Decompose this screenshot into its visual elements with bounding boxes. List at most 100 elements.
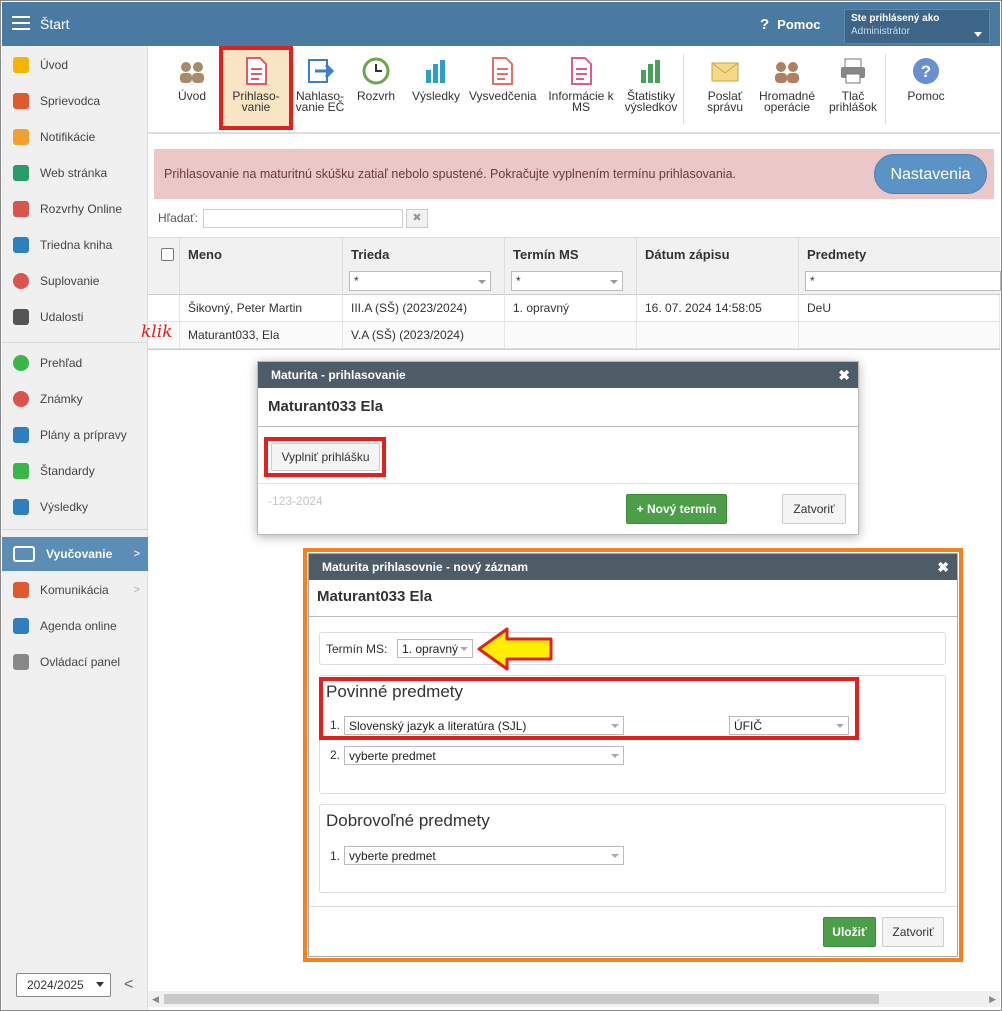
scroll-right-icon[interactable]: ▶ xyxy=(989,994,996,1005)
table-cell xyxy=(799,322,1000,349)
toolbar-item[interactable]: Hromadné operácie xyxy=(754,54,820,113)
student-name: Maturant033 Ela xyxy=(317,588,433,605)
column-datum[interactable]: Dátum zápisu xyxy=(637,238,799,296)
dialog-divider xyxy=(258,426,858,427)
toolbar-item[interactable]: ? Pomoc xyxy=(893,54,959,102)
dialog-header: Maturita - prihlasovanie ✖ xyxy=(258,362,858,388)
toolbar-item-label: Štatistiky výsledkov xyxy=(624,89,678,114)
column-termin[interactable]: Termín MS * xyxy=(505,238,637,296)
filter-value: * xyxy=(516,274,521,288)
gear-icon xyxy=(13,654,29,670)
toolbar-item[interactable]: Rozvrh xyxy=(343,54,409,102)
term-select[interactable]: 1. opravný xyxy=(397,639,473,658)
toolbar-divider xyxy=(683,54,684,124)
toolbar-item[interactable]: Štatistiky výsledkov xyxy=(618,54,684,113)
column-trieda[interactable]: Trieda * xyxy=(343,238,505,296)
column-title: Meno xyxy=(188,247,222,262)
sidebar-item[interactable]: Web stránka xyxy=(2,156,148,190)
horizontal-scrollbar[interactable]: ◀ ▶ xyxy=(148,991,1000,1007)
sidebar-item-label: Známky xyxy=(40,392,83,406)
sidebar-item[interactable]: Notifikácie xyxy=(2,120,148,154)
new-term-button[interactable]: + Nový termín xyxy=(626,494,727,524)
sidebar-item-label: Ovládací panel xyxy=(40,655,121,669)
column-title: Predmety xyxy=(807,247,867,262)
column-meno[interactable]: Meno xyxy=(180,238,343,296)
sidebar-item[interactable]: Úvod xyxy=(2,48,148,82)
filter-termin[interactable]: * xyxy=(511,271,623,291)
sidebar-item-label: Agenda online xyxy=(40,619,117,633)
close-icon[interactable]: ✖ xyxy=(937,554,949,580)
column-title: Dátum zápisu xyxy=(645,247,730,262)
chevron-down-icon xyxy=(478,280,486,284)
sidebar-item[interactable]: Plány a prípravy xyxy=(2,418,148,452)
optional-title: Dobrovoľné predmety xyxy=(326,811,490,830)
sidebar-item[interactable]: Prehľad xyxy=(2,346,148,380)
optional-subject-select[interactable]: vyberte predmet xyxy=(344,846,624,865)
app-title[interactable]: Štart xyxy=(40,16,70,32)
toolbar-item[interactable]: Prihlaso- vanie xyxy=(219,46,293,130)
user-menu[interactable]: Ste prihlásený ako Administrátor xyxy=(844,9,990,44)
toolbar-item[interactable]: Tlač prihlášok xyxy=(820,54,886,113)
chevron-down-icon xyxy=(611,854,619,858)
sidebar-item[interactable]: Agenda online xyxy=(2,609,148,643)
settings-button[interactable]: Nastavenia xyxy=(874,154,987,194)
collapse-sidebar-icon[interactable]: < xyxy=(124,976,133,994)
toolbar-item[interactable]: Výsledky xyxy=(403,54,469,102)
sidebar-item-label: Rozvrhy Online xyxy=(40,202,123,216)
close-icon[interactable]: ✖ xyxy=(838,362,850,388)
toolbar-item[interactable]: Poslať správu xyxy=(692,54,758,113)
svg-text:?: ? xyxy=(921,62,931,81)
sidebar-item[interactable]: Ovládací panel xyxy=(2,645,148,679)
select-all-column xyxy=(148,238,180,296)
check-circle-icon xyxy=(13,355,29,371)
scrollbar-thumb[interactable] xyxy=(164,994,879,1004)
search-input[interactable] xyxy=(203,209,403,228)
filter-predmety[interactable]: * xyxy=(805,271,1001,291)
fill-application-button[interactable]: Vyplniť prihlášku xyxy=(271,443,380,471)
scroll-left-icon[interactable]: ◀ xyxy=(152,994,159,1005)
toolbar-item[interactable]: Informácie k MS xyxy=(548,54,614,113)
sidebar-item[interactable]: Triedna kniha xyxy=(2,228,148,262)
sidebar-item[interactable]: Suplovanie xyxy=(2,264,148,298)
sidebar-item[interactable]: Komunikácia > xyxy=(2,573,148,607)
dialog-divider xyxy=(309,906,957,907)
top-bar: Štart ? Pomoc Ste prihlásený ako Administ… xyxy=(2,2,1000,46)
clear-search-icon[interactable]: ✖ xyxy=(406,209,428,228)
student-name: Maturant033 Ela xyxy=(268,398,384,415)
sidebar-item[interactable]: Rozvrhy Online xyxy=(2,192,148,226)
envelope-icon xyxy=(710,56,740,86)
mandatory-subject-2-select[interactable]: vyberte predmet xyxy=(344,746,624,765)
table-row[interactable]: Maturant033, Ela V.A (SŠ) (2023/2024) xyxy=(148,322,1000,349)
toolbar-item-label: Prihlaso- vanie xyxy=(232,89,280,114)
save-button[interactable]: Uložiť xyxy=(823,917,876,947)
select-all-checkbox[interactable] xyxy=(161,248,174,261)
question-icon: ? xyxy=(760,16,770,33)
clock-icon xyxy=(361,56,391,86)
school-year-select[interactable]: 2024/2025 xyxy=(16,973,111,997)
book-icon xyxy=(13,237,29,253)
filter-trieda[interactable]: * xyxy=(349,271,491,291)
sidebar-item[interactable]: Štandardy xyxy=(2,454,148,488)
person-icon xyxy=(13,273,29,289)
toolbar-item[interactable]: Vysvedčenia xyxy=(469,54,537,102)
sidebar-item[interactable]: Vyučovanie > xyxy=(2,537,148,571)
dialog-divider xyxy=(309,616,957,617)
sidebar-item[interactable]: Výsledky xyxy=(2,490,148,524)
export-icon xyxy=(305,56,335,86)
chevron-down-icon xyxy=(974,32,982,37)
column-predmety[interactable]: Predmety * xyxy=(799,238,1001,296)
close-button[interactable]: Zatvoriť xyxy=(782,494,846,524)
hamburger-menu-icon[interactable] xyxy=(12,16,30,30)
help-button[interactable]: ? Pomoc xyxy=(760,16,821,33)
sidebar-item[interactable]: Udalosti xyxy=(2,300,148,334)
table-row[interactable]: Šikovný, Peter Martin III.A (SŠ) (2023/20… xyxy=(148,295,1000,322)
term-label: Termín MS: xyxy=(326,642,388,656)
toolbar-item-label: Hromadné operácie xyxy=(758,89,816,114)
sidebar-item[interactable]: Sprievodca xyxy=(2,84,148,118)
close-button[interactable]: Zatvoriť xyxy=(882,917,944,947)
toolbar-item[interactable]: Úvod xyxy=(159,54,225,102)
dialog-title: Maturita - prihlasovanie xyxy=(271,368,406,382)
chevron-down-icon xyxy=(610,280,618,284)
sidebar-divider xyxy=(2,342,148,343)
sidebar-item[interactable]: Známky xyxy=(2,382,148,416)
